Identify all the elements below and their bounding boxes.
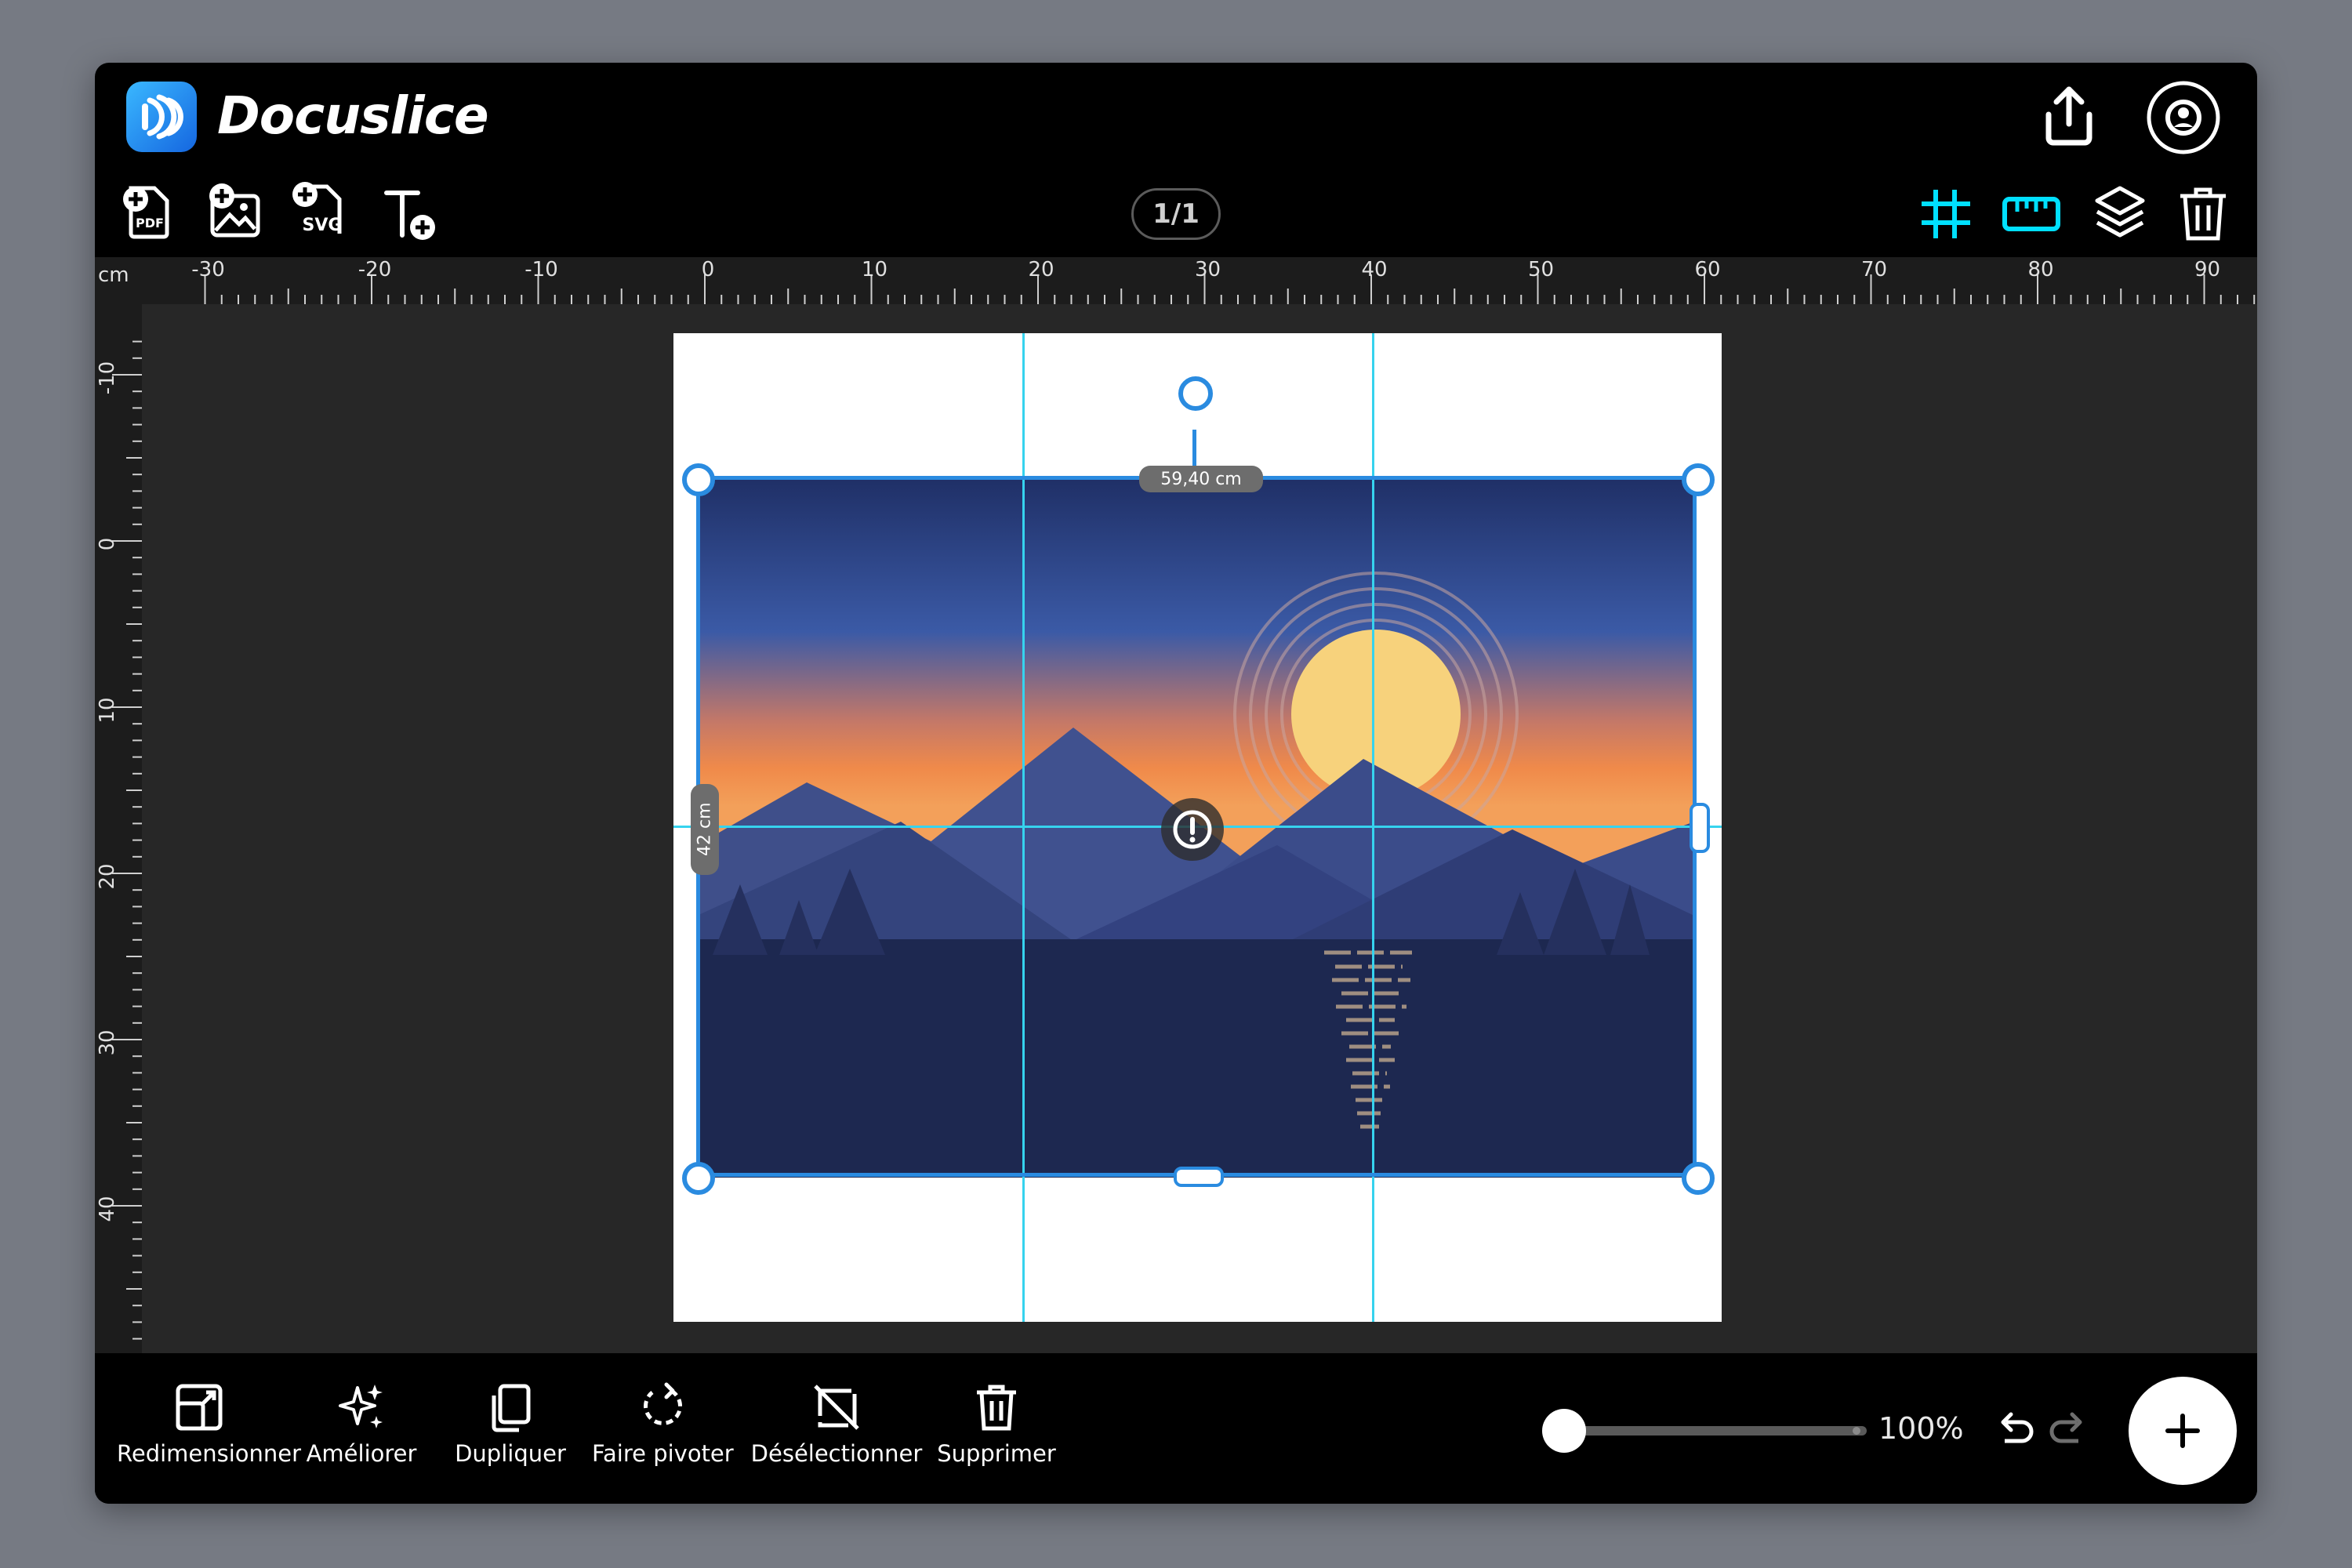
delete-all-button[interactable] [2177, 183, 2229, 246]
zoom-slider-end [1853, 1427, 1860, 1435]
resize-handle-top-right[interactable] [1682, 463, 1715, 496]
height-badge: 42 cm [691, 784, 719, 875]
horizontal-ruler-ticks: -30 -20 -10 0 10 20 30 40 50 60 70 80 90 [191, 258, 2256, 304]
app-logo [126, 82, 197, 152]
ruler-toggle-button[interactable] [2002, 193, 2061, 238]
page-indicator: 1/1 [1131, 188, 1221, 240]
enhance-action[interactable]: Améliorer [299, 1380, 424, 1467]
resize-handle-top-left[interactable] [682, 463, 715, 496]
add-pdf-button[interactable]: PDF [118, 182, 178, 241]
rotate-label: Faire pivoter [592, 1440, 734, 1467]
add-element-button[interactable] [2129, 1377, 2237, 1485]
ruler-label: -20 [358, 258, 391, 281]
deselect-label: Désélectionner [750, 1440, 923, 1467]
warning-icon [1173, 810, 1212, 849]
vertical-ruler-ticks: -1001020304050 [96, 340, 142, 1406]
ruler-label: 0 [702, 258, 715, 281]
ruler-label: 30 [1195, 258, 1221, 281]
redo-icon [2049, 1412, 2082, 1443]
ruler-label: -30 [191, 258, 224, 281]
resize-handle-bottom-left[interactable] [682, 1162, 715, 1195]
ruler-label: 50 [1528, 258, 1554, 281]
add-text-button[interactable] [382, 185, 441, 245]
user-icon [2147, 81, 2220, 154]
share-icon [2045, 86, 2092, 146]
add-pdf-icon: PDF [123, 186, 169, 239]
layers-button[interactable] [2092, 183, 2147, 246]
rotation-handle[interactable] [1178, 376, 1213, 411]
delete-label: Supprimer [937, 1440, 1056, 1467]
duplicate-action[interactable]: Dupliquer [448, 1380, 573, 1467]
add-text-icon [384, 191, 435, 240]
trash-icon [977, 1385, 1016, 1431]
ruler-label: 0 [96, 538, 119, 551]
horizontal-ruler: -30 -20 -10 0 10 20 30 40 50 60 70 80 90 [95, 257, 2257, 304]
resize-handle-bottom[interactable] [1174, 1167, 1224, 1187]
rotate-icon [644, 1382, 683, 1425]
ruler-label: 60 [1694, 258, 1720, 281]
deselect-icon [814, 1385, 859, 1430]
ruler-label: -10 [96, 361, 119, 394]
app-window: Docuslice PDF SVG 1/1 -30 -20 -10 0 10 2… [95, 63, 2257, 1504]
zoom-slider-thumb[interactable] [1542, 1409, 1586, 1453]
ruler-label: 20 [96, 863, 119, 889]
svg-text:SVG: SVG [303, 216, 343, 235]
resize-label: Redimensionner [117, 1440, 302, 1467]
zoom-slider-track[interactable] [1553, 1426, 1867, 1436]
ruler-label: 10 [862, 258, 887, 281]
svg-text:PDF: PDF [136, 216, 164, 230]
resize-handle-bottom-right[interactable] [1682, 1162, 1715, 1195]
undo-icon [2001, 1412, 2034, 1443]
ruler-label: 40 [1361, 258, 1387, 281]
duplicate-label: Dupliquer [455, 1440, 566, 1467]
ruler-label: -10 [524, 258, 557, 281]
account-button[interactable] [2146, 80, 2221, 158]
add-svg-button[interactable]: SVG [288, 179, 347, 238]
ruler-label: 40 [96, 1196, 119, 1221]
resize-icon [176, 1384, 223, 1431]
enhance-label: Améliorer [306, 1440, 417, 1467]
rotate-action[interactable]: Faire pivoter [592, 1380, 734, 1467]
width-badge: 59,40 cm [1139, 466, 1263, 492]
ruler-label: 70 [1861, 258, 1887, 281]
add-svg-icon: SVG [292, 182, 343, 235]
add-image-button[interactable] [205, 182, 264, 241]
resize-handle-right[interactable] [1690, 803, 1710, 853]
share-button[interactable] [2038, 83, 2100, 152]
vertical-ruler: -1001020304050 [95, 304, 142, 1416]
image-warning-button[interactable] [1161, 798, 1224, 861]
sparkle-icon [339, 1385, 383, 1428]
duplicate-icon [492, 1384, 531, 1432]
layers-icon [2095, 186, 2145, 238]
ruler-label: 30 [96, 1029, 119, 1055]
ruler-icon [2002, 197, 2060, 231]
logo-icon [142, 94, 183, 140]
add-image-icon [209, 183, 260, 238]
plus-icon [2165, 1414, 2200, 1448]
grid-toggle-button[interactable] [1918, 187, 1973, 245]
ruler-label: 80 [2027, 258, 2053, 281]
redo-button[interactable] [2045, 1408, 2089, 1455]
deselect-action[interactable]: Désélectionner [750, 1380, 923, 1467]
grid-icon [1922, 190, 1970, 238]
ruler-label: 10 [96, 697, 119, 723]
ruler-label: 20 [1028, 258, 1054, 281]
zoom-level: 100% [1878, 1411, 1964, 1446]
trash-icon [2180, 187, 2226, 241]
undo-button[interactable] [1994, 1408, 2038, 1455]
ruler-label: 90 [2194, 258, 2220, 281]
delete-action[interactable]: Supprimer [934, 1380, 1059, 1467]
resize-action[interactable]: Redimensionner [117, 1380, 302, 1467]
app-title: Docuslice [217, 85, 489, 146]
ruler-unit: cm [98, 263, 129, 287]
